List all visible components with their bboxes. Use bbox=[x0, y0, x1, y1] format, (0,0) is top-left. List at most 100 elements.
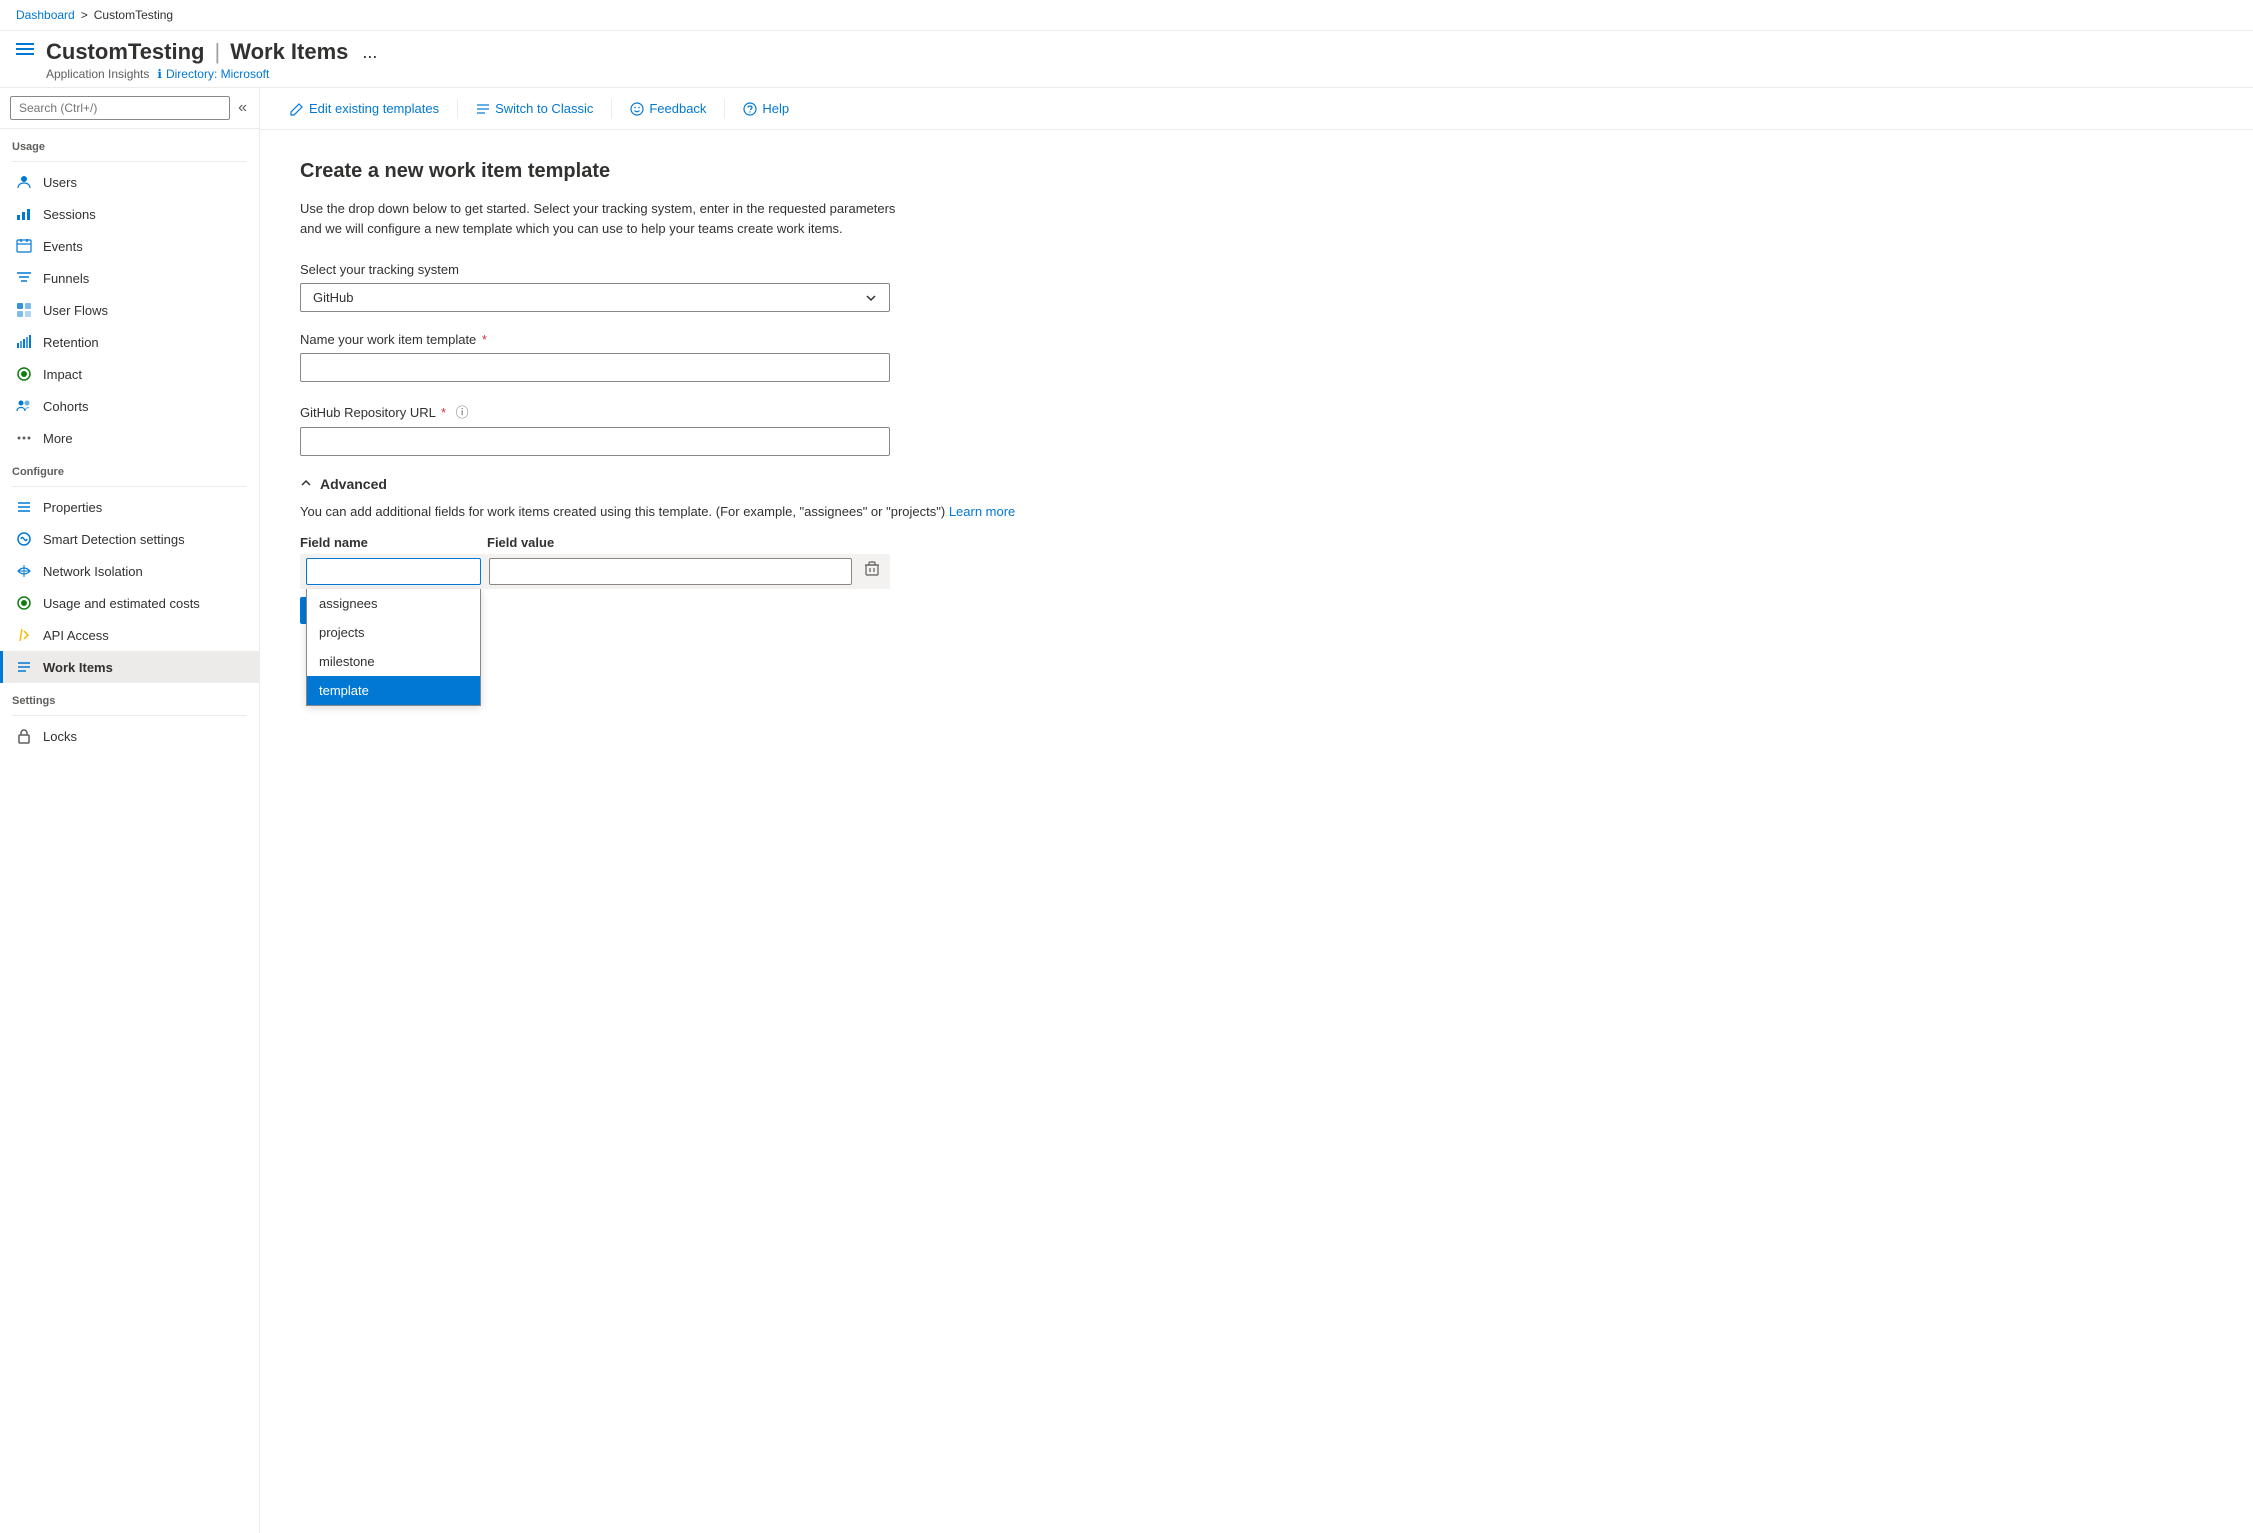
help-button[interactable]: Help bbox=[733, 96, 799, 121]
tracking-system-select[interactable]: GitHub bbox=[300, 283, 890, 312]
more-icon bbox=[15, 429, 33, 447]
sidebar-item-cohorts[interactable]: Cohorts bbox=[0, 390, 259, 422]
tracking-system-label: Select your tracking system bbox=[300, 262, 1120, 277]
main-content: Edit existing templates Switch to Classi… bbox=[260, 88, 2253, 1533]
header-subtitle: Application Insights ℹ Directory: Micros… bbox=[46, 67, 381, 81]
title-pipe: | bbox=[214, 39, 220, 65]
learn-more-link[interactable]: Learn more bbox=[949, 504, 1015, 519]
github-url-group: GitHub Repository URL * ⓘ bbox=[300, 402, 1120, 456]
sidebar-item-label-usage-costs: Usage and estimated costs bbox=[43, 596, 200, 611]
sidebar-item-sessions[interactable]: Sessions bbox=[0, 198, 259, 230]
name-template-input[interactable] bbox=[300, 353, 890, 382]
sidebar-item-user-flows[interactable]: User Flows bbox=[0, 294, 259, 326]
switch-classic-button[interactable]: Switch to Classic bbox=[466, 96, 603, 121]
github-url-label: GitHub Repository URL * ⓘ bbox=[300, 402, 1120, 421]
header-title-block: CustomTesting | Work Items ... Applicati… bbox=[46, 39, 381, 81]
directory-badge: ℹ Directory: Microsoft bbox=[157, 67, 269, 81]
content-title: Create a new work item template bbox=[300, 160, 1120, 183]
sidebar-item-users[interactable]: Users bbox=[0, 166, 259, 198]
advanced-description: You can add additional fields for work i… bbox=[300, 504, 1120, 519]
hamburger-icon[interactable] bbox=[16, 43, 34, 55]
api-icon bbox=[15, 626, 33, 644]
title-part1: CustomTesting bbox=[46, 39, 204, 65]
funnels-icon bbox=[15, 269, 33, 287]
toolbar-separator-2 bbox=[611, 99, 612, 119]
breadcrumb-dashboard[interactable]: Dashboard bbox=[16, 8, 75, 22]
fields-header: Field name Field value bbox=[300, 535, 890, 550]
select-chevron-icon bbox=[865, 292, 877, 304]
github-url-required-marker: * bbox=[441, 405, 446, 420]
suggestion-milestone[interactable]: milestone bbox=[307, 647, 480, 676]
userflows-icon bbox=[15, 301, 33, 319]
advanced-section: Advanced You can add additional fields f… bbox=[300, 476, 1120, 624]
sidebar-section-usage: Usage bbox=[0, 129, 259, 157]
sidebar-item-api-access[interactable]: API Access bbox=[0, 619, 259, 651]
sidebar-item-label-api-access: API Access bbox=[43, 628, 109, 643]
col-field-name-header: Field name bbox=[300, 535, 475, 550]
delete-icon bbox=[864, 561, 880, 577]
field-name-suggestions: assignees projects milestone template bbox=[306, 589, 481, 706]
advanced-header[interactable]: Advanced bbox=[300, 476, 1120, 492]
edit-templates-button[interactable]: Edit existing templates bbox=[280, 96, 449, 121]
suggestion-projects[interactable]: projects bbox=[307, 618, 480, 647]
users-icon bbox=[15, 173, 33, 191]
suggestion-template[interactable]: template bbox=[307, 676, 480, 705]
github-url-input[interactable] bbox=[300, 427, 890, 456]
search-input[interactable] bbox=[10, 96, 230, 120]
sidebar-divider-settings bbox=[12, 715, 247, 716]
sidebar-item-impact[interactable]: Impact bbox=[0, 358, 259, 390]
fields-table: Field name Field value assignees project… bbox=[300, 535, 890, 589]
sidebar-item-events[interactable]: Events bbox=[0, 230, 259, 262]
feedback-button[interactable]: Feedback bbox=[620, 96, 716, 121]
sidebar-item-properties[interactable]: Properties bbox=[0, 491, 259, 523]
sidebar-item-label-network-isolation: Network Isolation bbox=[43, 564, 143, 579]
help-icon bbox=[743, 102, 757, 116]
sidebar-divider-usage bbox=[12, 161, 247, 162]
switch-classic-label: Switch to Classic bbox=[495, 101, 593, 116]
sidebar-item-usage-costs[interactable]: Usage and estimated costs bbox=[0, 587, 259, 619]
more-button[interactable]: ... bbox=[358, 40, 381, 65]
sidebar-item-locks[interactable]: Locks bbox=[0, 720, 259, 752]
smart-detection-icon bbox=[15, 530, 33, 548]
usage-icon bbox=[15, 594, 33, 612]
sidebar-item-retention[interactable]: Retention bbox=[0, 326, 259, 358]
github-url-info-icon[interactable]: ⓘ bbox=[456, 405, 469, 420]
edit-icon bbox=[290, 102, 304, 116]
advanced-label: Advanced bbox=[320, 476, 387, 492]
fields-row: assignees projects milestone template bbox=[300, 554, 890, 589]
sidebar-item-label-work-items: Work Items bbox=[43, 660, 113, 675]
feedback-label: Feedback bbox=[649, 101, 706, 116]
delete-row-button[interactable] bbox=[860, 559, 884, 584]
sidebar-content: Usage Users Sessions Events bbox=[0, 129, 259, 1533]
toolbar: Edit existing templates Switch to Classi… bbox=[260, 88, 2253, 130]
sidebar-item-network-isolation[interactable]: Network Isolation bbox=[0, 555, 259, 587]
tracking-system-group: Select your tracking system GitHub bbox=[300, 262, 1120, 312]
field-value-input[interactable] bbox=[489, 558, 852, 585]
sidebar-item-label-smart-detection: Smart Detection settings bbox=[43, 532, 185, 547]
impact-icon bbox=[15, 365, 33, 383]
sidebar-item-more[interactable]: More bbox=[0, 422, 259, 454]
sidebar-search-area: « bbox=[0, 88, 259, 129]
locks-icon bbox=[15, 727, 33, 745]
field-name-input[interactable] bbox=[306, 558, 481, 585]
directory-label: Directory: Microsoft bbox=[166, 67, 269, 81]
sidebar-item-work-items[interactable]: Work Items bbox=[0, 651, 259, 683]
sidebar-item-label-impact: Impact bbox=[43, 367, 82, 382]
toolbar-separator-1 bbox=[457, 99, 458, 119]
sidebar-item-smart-detection[interactable]: Smart Detection settings bbox=[0, 523, 259, 555]
app-insights-label: Application Insights bbox=[46, 67, 149, 81]
breadcrumb: Dashboard > CustomTesting bbox=[0, 0, 2253, 31]
network-icon bbox=[15, 562, 33, 580]
name-template-label: Name your work item template * bbox=[300, 332, 1120, 347]
sidebar-item-funnels[interactable]: Funnels bbox=[0, 262, 259, 294]
sidebar-item-label-locks: Locks bbox=[43, 729, 77, 744]
sidebar-item-label-sessions: Sessions bbox=[43, 207, 96, 222]
info-icon: ℹ bbox=[157, 67, 162, 81]
name-required-marker: * bbox=[482, 332, 487, 347]
suggestion-assignees[interactable]: assignees bbox=[307, 589, 480, 618]
collapse-button[interactable]: « bbox=[236, 97, 249, 119]
app-layout: « Usage Users Sessions bbox=[0, 88, 2253, 1533]
sidebar-divider-configure bbox=[12, 486, 247, 487]
breadcrumb-sep: > bbox=[81, 8, 88, 22]
content-description: Use the drop down below to get started. … bbox=[300, 199, 900, 238]
